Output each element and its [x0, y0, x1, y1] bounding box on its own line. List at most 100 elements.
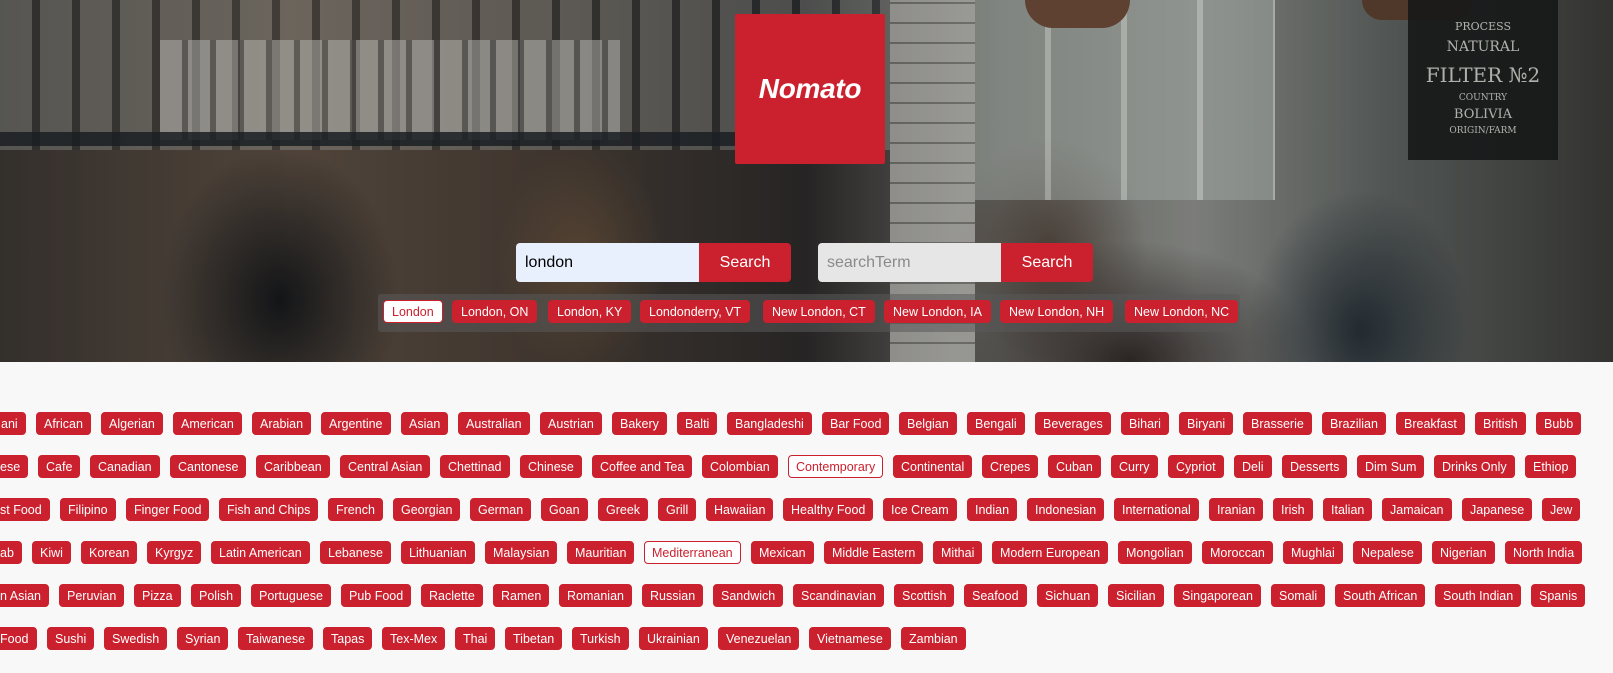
cuisine-tag[interactable]: Mexican — [751, 541, 814, 564]
cuisine-tag[interactable]: Kiwi — [32, 541, 71, 564]
cuisine-tag[interactable]: Bengali — [967, 412, 1025, 435]
cuisine-tag[interactable]: Brasserie — [1243, 412, 1312, 435]
cuisine-tag[interactable]: Algerian — [101, 412, 163, 435]
location-suggestion[interactable]: London — [383, 300, 443, 323]
cuisine-tag[interactable]: Filipino — [60, 498, 116, 521]
term-search-button[interactable]: Search — [1001, 243, 1093, 282]
cuisine-tag[interactable]: Chinese — [520, 455, 582, 478]
cuisine-tag[interactable]: Sicilian — [1108, 584, 1164, 607]
cuisine-tag[interactable]: Cafe — [38, 455, 81, 478]
cuisine-tag[interactable]: Argentine — [321, 412, 391, 435]
cuisine-tag[interactable]: Seafood — [964, 584, 1027, 607]
cuisine-tag[interactable]: Cantonese — [170, 455, 247, 478]
cuisine-tag[interactable]: Beverages — [1035, 412, 1111, 435]
cuisine-tag[interactable]: Grill — [658, 498, 697, 521]
cuisine-tag[interactable]: Central Asian — [340, 455, 431, 478]
cuisine-tag[interactable]: Asian — [401, 412, 449, 435]
term-search-input[interactable] — [818, 243, 1001, 282]
cuisine-tag[interactable]: Georgian — [393, 498, 461, 521]
cuisine-tag[interactable]: Zambian — [901, 627, 966, 650]
cuisine-tag[interactable]: Coffee and Tea — [592, 455, 693, 478]
cuisine-tag[interactable]: Portuguese — [251, 584, 331, 607]
cuisine-tag[interactable]: Pub Food — [341, 584, 412, 607]
cuisine-tag[interactable]: Raclette — [421, 584, 483, 607]
cuisine-tag[interactable]: ani — [0, 412, 26, 435]
cuisine-tag[interactable]: Iranian — [1209, 498, 1264, 521]
cuisine-tag[interactable]: Nepalese — [1353, 541, 1422, 564]
cuisine-tag[interactable]: Lithuanian — [401, 541, 475, 564]
cuisine-tag[interactable]: Belgian — [899, 412, 957, 435]
cuisine-tag[interactable]: Ukrainian — [639, 627, 708, 650]
location-suggestion[interactable]: New London, NH — [1000, 300, 1114, 323]
cuisine-tag[interactable]: Pizza — [134, 584, 181, 607]
cuisine-tag[interactable]: Italian — [1323, 498, 1373, 521]
cuisine-tag[interactable]: Tex-Mex — [382, 627, 446, 650]
cuisine-tag[interactable]: Goan — [541, 498, 588, 521]
cuisine-tag[interactable]: Cypriot — [1168, 455, 1224, 478]
cuisine-tag[interactable]: Jamaican — [1382, 498, 1452, 521]
cuisine-tag[interactable]: Cuban — [1048, 455, 1101, 478]
cuisine-tag[interactable]: st Food — [0, 498, 50, 521]
cuisine-tag[interactable]: Japanese — [1462, 498, 1533, 521]
cuisine-tag[interactable]: Contemporary — [788, 455, 884, 478]
cuisine-tag[interactable]: Mediterranean — [644, 541, 741, 564]
cuisine-tag[interactable]: Peruvian — [59, 584, 125, 607]
cuisine-tag[interactable]: Vietnamese — [809, 627, 891, 650]
cuisine-tag[interactable]: Crepes — [982, 455, 1039, 478]
cuisine-tag[interactable]: Bubb — [1536, 412, 1582, 435]
cuisine-tag[interactable]: South Indian — [1435, 584, 1522, 607]
cuisine-tag[interactable]: Arabian — [252, 412, 312, 435]
location-search-button[interactable]: Search — [699, 243, 791, 282]
cuisine-tag[interactable]: Mongolian — [1118, 541, 1192, 564]
cuisine-tag[interactable]: Indonesian — [1027, 498, 1105, 521]
cuisine-tag[interactable]: Bar Food — [822, 412, 890, 435]
cuisine-tag[interactable]: Somali — [1271, 584, 1326, 607]
cuisine-tag[interactable]: Latin American — [211, 541, 310, 564]
cuisine-tag[interactable]: Scottish — [894, 584, 955, 607]
cuisine-tag[interactable]: Dim Sum — [1357, 455, 1425, 478]
nomato-logo[interactable]: Nomato — [735, 14, 885, 164]
cuisine-tag[interactable]: Finger Food — [126, 498, 210, 521]
location-suggestion[interactable]: New London, CT — [763, 300, 875, 323]
cuisine-tag[interactable]: North India — [1505, 541, 1583, 564]
cuisine-tag[interactable]: Sushi — [47, 627, 95, 650]
cuisine-tag[interactable]: Hawaiian — [706, 498, 774, 521]
cuisine-tag[interactable]: Desserts — [1282, 455, 1348, 478]
cuisine-tag[interactable]: Bihari — [1121, 412, 1169, 435]
cuisine-tag[interactable]: Kyrgyz — [147, 541, 202, 564]
cuisine-tag[interactable]: Irish — [1273, 498, 1313, 521]
cuisine-tag[interactable]: Curry — [1111, 455, 1158, 478]
cuisine-tag[interactable]: Ramen — [493, 584, 550, 607]
cuisine-tag[interactable]: Russian — [642, 584, 704, 607]
cuisine-tag[interactable]: Moroccan — [1202, 541, 1273, 564]
cuisine-tag[interactable]: Deli — [1234, 455, 1272, 478]
cuisine-tag[interactable]: ab — [0, 541, 22, 564]
cuisine-tag[interactable]: Thai — [455, 627, 496, 650]
cuisine-tag[interactable]: Tibetan — [505, 627, 563, 650]
cuisine-tag[interactable]: Polish — [191, 584, 242, 607]
cuisine-tag[interactable]: Caribbean — [256, 455, 330, 478]
cuisine-tag[interactable]: French — [328, 498, 383, 521]
cuisine-tag[interactable]: Jew — [1542, 498, 1581, 521]
cuisine-tag[interactable]: Austrian — [540, 412, 602, 435]
cuisine-tag[interactable]: Sandwich — [713, 584, 784, 607]
cuisine-tag[interactable]: Chettinad — [440, 455, 510, 478]
location-search-input[interactable] — [516, 243, 699, 282]
cuisine-tag[interactable]: British — [1475, 412, 1526, 435]
cuisine-tag[interactable]: n Asian — [0, 584, 50, 607]
cuisine-tag[interactable]: International — [1114, 498, 1199, 521]
cuisine-tag[interactable]: Romanian — [559, 584, 632, 607]
cuisine-tag[interactable]: Korean — [81, 541, 138, 564]
location-suggestion[interactable]: New London, NC — [1125, 300, 1239, 323]
cuisine-tag[interactable]: ese — [0, 455, 29, 478]
cuisine-tag[interactable]: South African — [1335, 584, 1426, 607]
location-suggestion[interactable]: London, KY — [548, 300, 632, 323]
cuisine-tag[interactable]: Ethiop — [1525, 455, 1577, 478]
cuisine-tag[interactable]: Singaporean — [1174, 584, 1261, 607]
cuisine-tag[interactable]: Mithai — [933, 541, 983, 564]
cuisine-tag[interactable]: Balti — [677, 412, 718, 435]
cuisine-tag[interactable]: Biryani — [1179, 412, 1234, 435]
cuisine-tag[interactable]: African — [36, 412, 91, 435]
cuisine-tag[interactable]: Turkish — [572, 627, 629, 650]
cuisine-tag[interactable]: Taiwanese — [238, 627, 314, 650]
